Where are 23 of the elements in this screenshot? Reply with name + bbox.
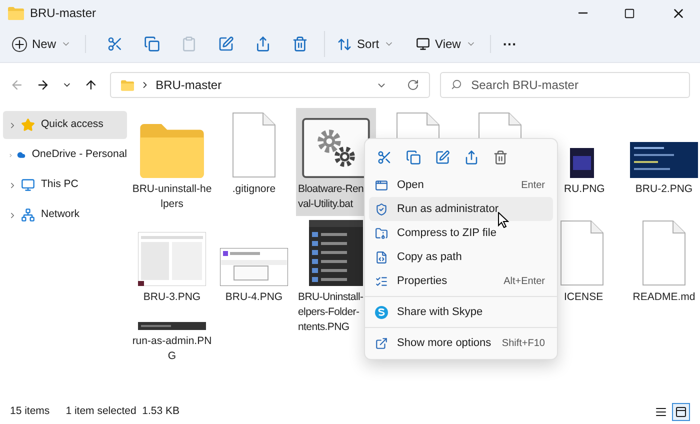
file-name: run-as-admin.PN <box>132 334 212 349</box>
window-title: BRU-master <box>30 5 96 22</box>
file-name: elpers-Folder- <box>298 305 360 320</box>
shortcut-text: Alt+Enter <box>504 274 545 288</box>
file-name: ICENSE <box>564 290 604 305</box>
file-name: Bloatware-Ren <box>298 182 364 197</box>
file-name: BRU-uninstall-he <box>132 182 212 197</box>
shortcut-text: Shift+F10 <box>502 336 545 350</box>
selection-info: 1 item selected 1.53 KB <box>66 404 180 420</box>
file-name: .gitignore <box>232 182 276 197</box>
file-name: BRU-Uninstall- <box>298 290 364 305</box>
path-text: BRU-master <box>156 77 222 94</box>
file-name: lpers <box>160 197 184 212</box>
file-name: val-Utility.bat <box>298 197 353 212</box>
file-name: G <box>168 349 176 364</box>
shortcut-text: Enter <box>521 178 545 192</box>
file-name: BRU-4.PNG <box>225 290 283 305</box>
file-name: BRU-2.PNG <box>635 182 693 197</box>
file-name: RU.PNG <box>564 182 605 197</box>
item-count: 15 items <box>10 404 50 420</box>
file-name: ntents.PNG <box>298 320 350 335</box>
file-name: README.md <box>632 290 696 305</box>
file-name: BRU-3.PNG <box>143 290 201 305</box>
